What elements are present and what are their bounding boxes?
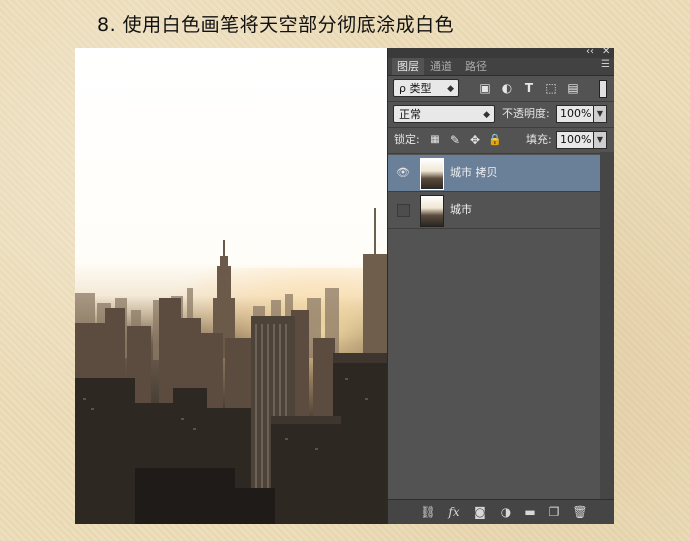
- tab-channels[interactable]: 通道: [425, 58, 457, 75]
- filter-kind-dropdown[interactable]: ρ 类型 ◆: [393, 79, 459, 97]
- filter-row: ρ 类型 ◆ ▣ ◐ T ⬚ ▤: [388, 76, 614, 102]
- dropdown-arrow-icon: ◆: [447, 84, 454, 94]
- image-filter-icon[interactable]: ▣: [478, 81, 492, 95]
- layers-panel: ‹‹ ✕ 图层 通道 路径 ☰ ρ 类型 ◆ ▣ ◐ T ⬚ ▤ 正常 ◆ 不透…: [387, 46, 614, 524]
- smart-object-filter-icon[interactable]: ▤: [566, 81, 580, 95]
- layer-name: 城市 拷贝: [450, 166, 498, 179]
- type-filter-icon[interactable]: T: [522, 81, 536, 95]
- opacity-label: 不透明度:: [502, 107, 550, 120]
- mask-icon[interactable]: ◙: [472, 504, 488, 520]
- city-skyline: [75, 208, 387, 524]
- shape-filter-icon[interactable]: ⬚: [544, 81, 558, 95]
- layers-bottom-toolbar: ⛓ fx ◙ ◑ ▬ ❐ 🗑: [388, 499, 614, 524]
- blend-mode-dropdown[interactable]: 正常 ◆: [393, 105, 495, 123]
- fill-label: 填充:: [526, 133, 552, 146]
- fill-field[interactable]: 100%: [556, 131, 594, 149]
- filter-toggle-switch[interactable]: [599, 80, 607, 98]
- adjustment-filter-icon[interactable]: ◐: [500, 81, 514, 95]
- visibility-eye-icon[interactable]: 👁: [396, 166, 410, 180]
- lock-position-icon[interactable]: ✥: [468, 133, 482, 147]
- panel-menu-icon[interactable]: ☰: [601, 59, 610, 70]
- lock-transparent-icon[interactable]: ▦: [428, 133, 442, 147]
- panel-tabs: 图层 通道 路径 ☰: [388, 58, 614, 76]
- adjustment-icon[interactable]: ◑: [498, 504, 514, 520]
- lock-label: 锁定:: [394, 133, 420, 146]
- visibility-toggle-icon[interactable]: [397, 204, 410, 217]
- tab-layers[interactable]: 图层: [392, 58, 424, 75]
- lock-paint-icon[interactable]: ✎: [448, 133, 462, 147]
- layer-thumbnail: [420, 158, 444, 190]
- blend-row: 正常 ◆ 不透明度: 100% ▼: [388, 102, 614, 128]
- fx-icon[interactable]: fx: [446, 504, 462, 520]
- panel-titlebar: ‹‹ ✕: [388, 46, 614, 58]
- folder-icon[interactable]: ▬: [522, 504, 538, 520]
- layers-scrollbar[interactable]: [600, 152, 614, 500]
- link-icon[interactable]: ⛓: [420, 504, 436, 520]
- opacity-field[interactable]: 100%: [556, 105, 594, 123]
- layer-row-city-copy[interactable]: 👁 城市 拷贝: [388, 155, 600, 192]
- image-canvas[interactable]: [75, 48, 387, 524]
- lock-row: 锁定: ▦ ✎ ✥ 🔒 填充: 100% ▼: [388, 128, 614, 154]
- close-icon[interactable]: ✕: [602, 46, 610, 57]
- dropdown-arrow-icon: ◆: [483, 110, 490, 120]
- trash-icon[interactable]: 🗑: [572, 504, 588, 520]
- layer-thumbnail: [420, 195, 444, 227]
- opacity-dropdown-icon[interactable]: ▼: [593, 105, 607, 123]
- collapse-icon[interactable]: ‹‹: [586, 46, 594, 57]
- new-layer-icon[interactable]: ❐: [546, 504, 562, 520]
- layer-row-city[interactable]: 城市: [388, 192, 600, 229]
- fill-dropdown-icon[interactable]: ▼: [593, 131, 607, 149]
- tab-paths[interactable]: 路径: [460, 58, 492, 75]
- lock-all-icon[interactable]: 🔒: [488, 133, 502, 147]
- page-title: 8. 使用白色画笔将天空部分彻底涂成白色: [97, 14, 455, 36]
- layer-name: 城市: [450, 203, 472, 216]
